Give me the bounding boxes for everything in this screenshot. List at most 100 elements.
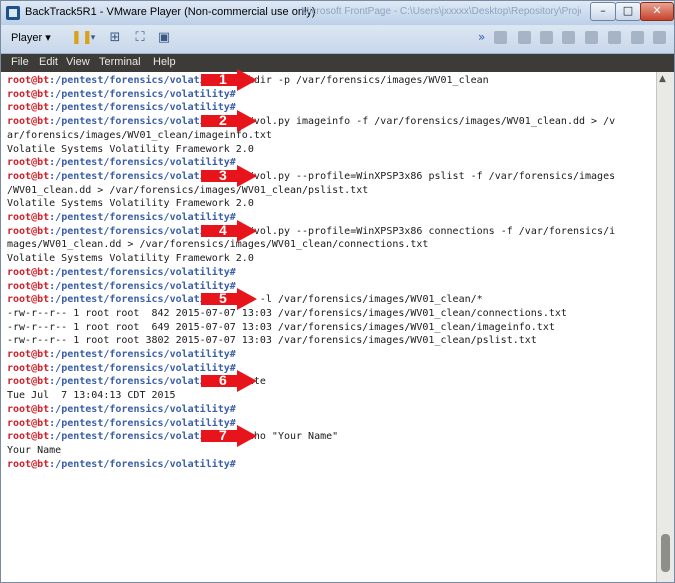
prompt-line: root@bt:/pentest/forensics/volatility# <box>7 458 236 472</box>
pause-icon[interactable]: ❚❚ <box>71 30 93 46</box>
prompt-symbol: # <box>229 349 236 360</box>
prompt-line: root@bt:/pentest/forensics/volatility# <box>7 403 236 417</box>
output-text: /WV01_clean.dd > /var/forensics/images/W… <box>7 184 369 196</box>
output-line: -rw-r--r-- 1 root root 3802 2015-07-07 1… <box>7 334 537 348</box>
prompt-path: :/pentest/forensics/volatility <box>49 458 230 470</box>
prompt-line: root@bt:/pentest/forensics/volatility# .… <box>7 115 615 129</box>
prompt-line: root@bt:/pentest/forensics/volatility# <box>7 266 236 280</box>
prompt-path: :/pentest/forensics/volatility <box>49 403 230 415</box>
annotation-arrow-1: 1 <box>201 69 257 91</box>
scroll-up-icon[interactable]: ▲ <box>659 74 666 84</box>
menu-view[interactable]: View <box>66 56 90 68</box>
output-line: -rw-r--r-- 1 root root 842 2015-07-07 13… <box>7 307 567 321</box>
floppy-icon[interactable] <box>518 31 531 44</box>
prompt-user: root@bt <box>7 170 50 182</box>
prompt-user: root@bt <box>7 116 50 128</box>
output-text: -rw-r--r-- 1 root root 3802 2015-07-07 1… <box>7 335 537 347</box>
output-line: Tue Jul 7 13:04:13 CDT 2015 <box>7 389 176 403</box>
output-text: Volatile Systems Volatility Framework 2.… <box>7 198 254 210</box>
command-text: ./vol.py imageinfo -f /var/forensics/ima… <box>235 116 616 128</box>
annotation-arrow-3: 3 <box>201 164 257 187</box>
annotation-number: 4 <box>219 221 227 238</box>
output-line: Volatile Systems Volatility Framework 2.… <box>7 143 254 157</box>
network-icon[interactable]: ⊞ <box>107 30 123 46</box>
unity-icon[interactable]: ▣ <box>156 30 172 46</box>
menu-terminal[interactable]: Terminal <box>99 56 141 68</box>
background-window-title: Microsoft FrontPage - C:\Users\jxxxxx\De… <box>301 6 581 17</box>
annotation-arrow-5: 5 <box>201 288 257 311</box>
annotation-number: 6 <box>219 372 227 389</box>
prompt-line: root@bt:/pentest/forensics/volatility# .… <box>7 170 615 184</box>
prompt-user: root@bt <box>7 75 50 86</box>
vmware-toolbar: Player ▾ ❚❚ ▾ ⊞ ⛶ ▣ » <box>1 25 674 54</box>
prompt-user: root@bt <box>7 403 50 415</box>
output-line: Volatile Systems Volatility Framework 2.… <box>7 197 254 211</box>
prompt-line: root@bt:/pentest/forensics/volatility# <box>7 348 236 362</box>
output-text: Volatile Systems Volatility Framework 2.… <box>7 253 254 265</box>
network-adapter-icon[interactable] <box>562 31 575 44</box>
annotation-number: 3 <box>219 166 227 183</box>
command-text: ls -l /var/forensics/images/WV01_clean/* <box>235 294 483 306</box>
player-menu-button[interactable]: Player ▾ <box>11 31 51 44</box>
prompt-user: root@bt <box>7 280 50 292</box>
prompt-user: root@bt <box>7 376 50 388</box>
output-text: Tue Jul 7 13:04:13 CDT 2015 <box>7 390 176 402</box>
prompt-user: root@bt <box>7 212 50 223</box>
vmware-icon <box>6 6 20 20</box>
prompt-symbol: # <box>229 458 236 470</box>
printer-icon[interactable] <box>585 31 598 44</box>
usb-icon[interactable] <box>631 31 644 44</box>
terminal-output[interactable]: root@bt:/pentest/forensics/volatility# m… <box>1 69 656 582</box>
annotation-arrow-7: 7 <box>201 425 257 448</box>
annotation-number: 7 <box>219 427 227 444</box>
output-text: -rw-r--r-- 1 root root 842 2015-07-07 13… <box>7 307 567 319</box>
prompt-symbol: # <box>229 403 236 415</box>
prompt-user: root@bt <box>7 225 50 237</box>
player-menu-label: Player <box>11 32 43 44</box>
annotation-arrow-4: 4 <box>201 219 257 242</box>
prompt-path: :/pentest/forensics/volatility <box>49 349 230 360</box>
scroll-thumb[interactable] <box>661 534 670 572</box>
command-text: mkdir -p /var/forensics/images/WV01_clea… <box>235 75 489 86</box>
command-text: ./vol.py --profile=WinXPSP3x86 connectio… <box>235 225 616 237</box>
annotation-number: 2 <box>219 112 227 129</box>
output-line: Volatile Systems Volatility Framework 2.… <box>7 252 254 266</box>
message-icon[interactable] <box>653 31 666 44</box>
prompt-user: root@bt <box>7 431 50 443</box>
prompt-user: root@bt <box>7 266 50 278</box>
prompt-user: root@bt <box>7 102 50 114</box>
prompt-user: root@bt <box>7 362 50 374</box>
annotation-arrow-6: 6 <box>201 370 257 393</box>
disk-icon[interactable] <box>540 31 553 44</box>
close-button[interactable]: ✕ <box>640 2 674 21</box>
cd-drive-icon[interactable] <box>494 31 507 44</box>
output-text: -rw-r--r-- 1 root root 649 2015-07-07 13… <box>7 321 555 333</box>
annotation-number: 5 <box>219 290 227 307</box>
more-devices-icon[interactable]: » <box>478 30 485 44</box>
window-title: BackTrack5R1 - VMware Player (Non-commer… <box>25 6 316 18</box>
terminal-menubar: File Edit View Terminal Help <box>1 54 674 72</box>
output-line: /WV01_clean.dd > /var/forensics/images/W… <box>7 184 368 198</box>
menu-file[interactable]: File <box>11 56 29 68</box>
prompt-user: root@bt <box>7 349 50 360</box>
minimize-button[interactable]: – <box>590 2 616 21</box>
prompt-line: root@bt:/pentest/forensics/volatility# .… <box>7 225 615 239</box>
output-line: Your Name <box>7 444 61 458</box>
annotation-arrow-2: 2 <box>201 110 257 133</box>
menu-help[interactable]: Help <box>153 56 176 68</box>
prompt-user: root@bt <box>7 458 50 470</box>
fullscreen-icon[interactable]: ⛶ <box>132 30 148 46</box>
prompt-path: :/pentest/forensics/volatility <box>49 266 230 278</box>
sound-icon[interactable] <box>608 31 621 44</box>
title-bar: BackTrack5R1 - VMware Player (Non-commer… <box>1 1 674 25</box>
prompt-symbol: # <box>229 266 236 278</box>
vmware-window: BackTrack5R1 - VMware Player (Non-commer… <box>0 0 675 583</box>
prompt-user: root@bt <box>7 88 50 100</box>
output-line: -rw-r--r-- 1 root root 649 2015-07-07 13… <box>7 321 555 335</box>
output-text: Your Name <box>7 444 62 456</box>
chevron-down-icon[interactable]: ▾ <box>88 30 98 46</box>
prompt-user: root@bt <box>7 294 50 306</box>
menu-edit[interactable]: Edit <box>39 56 58 68</box>
maximize-button[interactable]: □ <box>615 2 641 21</box>
terminal-scrollbar[interactable]: ▲ <box>656 72 674 582</box>
